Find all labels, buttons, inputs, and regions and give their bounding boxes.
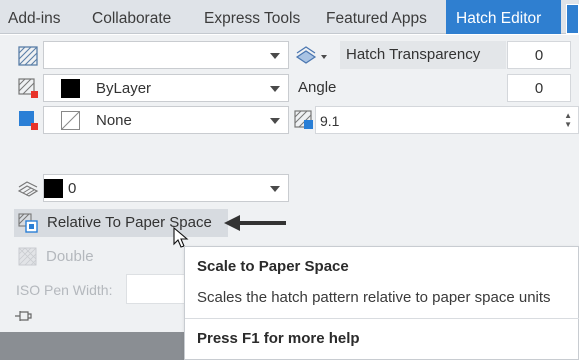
- tab-collaborate[interactable]: Collaborate: [92, 0, 171, 34]
- hatch-color-value: ByLayer: [96, 80, 152, 97]
- transparency-value[interactable]: 0: [507, 41, 571, 69]
- layer-color-swatch: [44, 179, 63, 198]
- color-swatch: [61, 79, 80, 98]
- layer-icon: [17, 178, 39, 200]
- scale-icon: [293, 109, 315, 131]
- hatch-type-dropdown[interactable]: [43, 41, 289, 69]
- spinner-arrows-icon[interactable]: ▲ ▼: [564, 111, 572, 129]
- scale-spinner[interactable]: 9.1 ▲ ▼: [315, 106, 579, 134]
- ribbon-tab-bar: Add-ins Collaborate Express Tools Featur…: [0, 0, 579, 34]
- tab-overflow[interactable]: [566, 4, 579, 34]
- tab-add-ins[interactable]: Add-ins: [8, 0, 61, 34]
- background-color-icon: [17, 109, 39, 131]
- pointer-arrow-annotation: [224, 215, 286, 231]
- tab-featured-apps[interactable]: Featured Apps: [326, 0, 427, 34]
- transparency-icon[interactable]: [294, 45, 330, 67]
- tooltip-title: Scale to Paper Space: [197, 258, 349, 275]
- background-color-value: None: [96, 112, 132, 129]
- double-icon: [17, 246, 39, 268]
- layer-value: 0: [68, 180, 77, 197]
- layer-dropdown[interactable]: 0: [43, 174, 289, 202]
- angle-value[interactable]: 0: [507, 74, 571, 102]
- tooltip-description: Scales the hatch pattern relative to pap…: [197, 289, 551, 306]
- hatch-color-dropdown[interactable]: ByLayer: [43, 74, 289, 102]
- relative-to-paper-space-button[interactable]: Relative To Paper Space: [14, 209, 228, 237]
- paper-space-icon: [17, 212, 39, 234]
- transparency-label: Hatch Transparency: [340, 41, 506, 69]
- chevron-down-icon: [270, 186, 280, 192]
- tooltip-divider: [185, 318, 579, 319]
- pin-icon[interactable]: [14, 308, 32, 324]
- chevron-down-icon: [270, 86, 280, 92]
- tooltip: Scale to Paper Space Scales the hatch pa…: [184, 246, 579, 360]
- chevron-down-icon: [270, 53, 280, 59]
- scale-value: 9.1: [320, 113, 340, 129]
- tab-hatch-editor[interactable]: Hatch Editor: [446, 0, 561, 34]
- tooltip-help: Press F1 for more help: [197, 330, 360, 347]
- none-swatch-icon: [61, 111, 80, 130]
- double-label: Double: [46, 248, 94, 265]
- angle-label: Angle: [298, 79, 337, 96]
- tab-express-tools[interactable]: Express Tools: [204, 0, 300, 34]
- iso-pen-width-dropdown[interactable]: [126, 274, 186, 304]
- hatch-color-icon: [17, 77, 39, 99]
- iso-pen-width-label: ISO Pen Width:: [16, 282, 113, 298]
- chevron-down-icon: [270, 118, 280, 124]
- background-color-dropdown[interactable]: None: [43, 106, 289, 134]
- hatch-type-icon: [17, 45, 39, 67]
